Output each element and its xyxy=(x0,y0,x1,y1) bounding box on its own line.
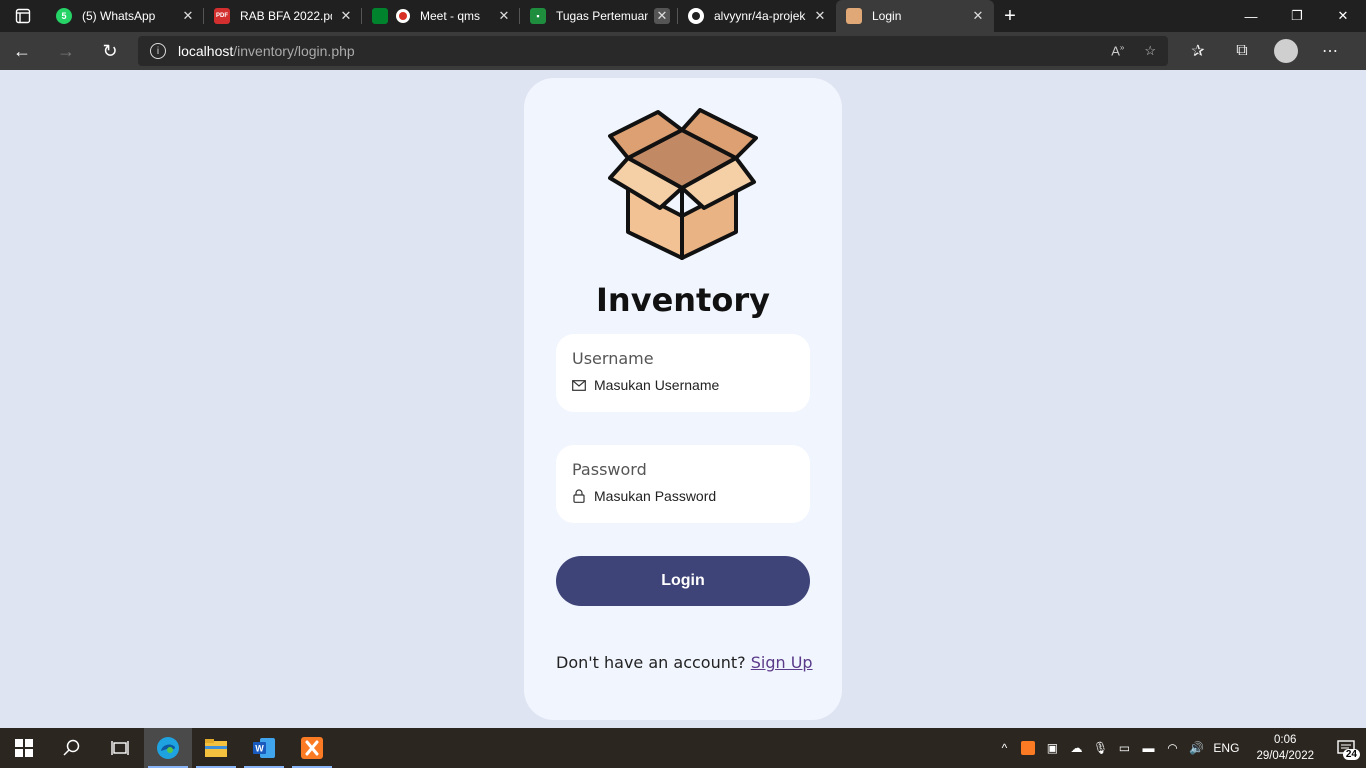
browser-toolbar: ← → ↻ i localhost/inventory/login.php A»… xyxy=(0,32,1366,70)
taskbar-xampp[interactable] xyxy=(288,728,336,768)
password-field: Password xyxy=(556,445,810,523)
display-icon[interactable]: ▭ xyxy=(1112,741,1136,755)
svg-text:W: W xyxy=(255,744,264,754)
pdf-icon: PDF xyxy=(214,8,230,24)
taskbar-edge[interactable] xyxy=(144,728,192,768)
tab-rab-pdf[interactable]: PDF RAB BFA 2022.pdf ✕ xyxy=(204,0,362,32)
clock-time: 0:06 xyxy=(1274,734,1297,746)
task-view-icon xyxy=(111,741,129,755)
close-icon[interactable]: ✕ xyxy=(970,8,986,24)
battery-icon[interactable]: ▬ xyxy=(1136,741,1160,755)
onedrive-icon[interactable]: ☁ xyxy=(1064,741,1088,755)
microphone-icon[interactable]: 🎙 xyxy=(1088,741,1112,755)
add-favorite-icon[interactable]: ☆ xyxy=(1144,43,1156,59)
login-button[interactable]: Login xyxy=(556,556,810,606)
more-icon[interactable]: ⋯ xyxy=(1308,32,1352,70)
xampp-tray-icon[interactable] xyxy=(1016,741,1040,755)
login-card: Inventory Username Password Login Don't … xyxy=(524,78,842,720)
close-icon[interactable]: ✕ xyxy=(812,8,828,24)
favorites-icon[interactable]: ✰ xyxy=(1176,32,1220,70)
classroom-icon: ▪ xyxy=(530,8,546,24)
edge-icon xyxy=(157,737,179,759)
inventory-box-icon xyxy=(608,108,758,260)
close-icon[interactable]: ✕ xyxy=(338,8,354,24)
github-icon xyxy=(688,8,704,24)
page-content: Inventory Username Password Login Don't … xyxy=(0,70,1366,728)
signup-prompt: Don't have an account? Sign Up xyxy=(556,653,813,672)
address-bar[interactable]: i localhost/inventory/login.php A» ☆ xyxy=(138,36,1168,66)
tab-title: Meet - qms xyxy=(420,9,481,23)
collections-icon[interactable]: ⧉ xyxy=(1220,32,1264,70)
meet-icon xyxy=(372,8,388,24)
clock[interactable]: 0:06 29/04/2022 xyxy=(1256,732,1314,764)
app-title: Inventory xyxy=(596,281,770,319)
browser-tab-bar: 5 (5) WhatsApp ✕ PDF RAB BFA 2022.pdf ✕ … xyxy=(0,0,1366,32)
window-controls: — ❐ ✕ xyxy=(1228,0,1366,32)
read-aloud-icon[interactable]: A» xyxy=(1111,43,1124,59)
tab-tugas[interactable]: ▪ Tugas Pertemuan ✕ xyxy=(520,0,678,32)
taskbar-file-explorer[interactable] xyxy=(192,728,240,768)
recording-icon xyxy=(396,9,410,23)
search-button[interactable] xyxy=(48,728,96,768)
tab-meet[interactable]: Meet - qms ✕ xyxy=(362,0,520,32)
tab-title: RAB BFA 2022.pdf xyxy=(240,9,332,23)
wifi-icon[interactable]: ◠ xyxy=(1160,741,1184,755)
tab-github[interactable]: alvyynr/4a-projek ✕ xyxy=(678,0,836,32)
username-field: Username xyxy=(556,334,810,412)
close-icon[interactable]: ✕ xyxy=(496,8,512,24)
new-tab-button[interactable]: + xyxy=(994,0,1026,32)
url-host: localhost xyxy=(178,43,234,59)
tab-title: Tugas Pertemuan xyxy=(556,9,648,23)
tab-title: Login xyxy=(872,9,902,23)
close-icon[interactable]: ✕ xyxy=(180,8,196,24)
box-icon xyxy=(846,8,862,24)
word-icon: W xyxy=(253,738,275,758)
taskbar-word[interactable]: W xyxy=(240,728,288,768)
clock-date: 29/04/2022 xyxy=(1256,750,1314,762)
xampp-icon xyxy=(301,737,323,759)
task-view-button[interactable] xyxy=(96,728,144,768)
url-path: /inventory/login.php xyxy=(233,43,355,59)
profile-avatar[interactable] xyxy=(1274,39,1298,63)
lock-icon xyxy=(572,489,586,503)
windows-icon xyxy=(15,739,33,757)
mail-icon xyxy=(572,378,586,392)
username-input[interactable] xyxy=(594,377,794,393)
close-icon[interactable]: ✕ xyxy=(654,8,670,24)
password-label: Password xyxy=(572,460,647,479)
system-tray: ^ ▣ ☁ 🎙 ▭ ▬ ◠ 🔊 ENG 0:06 29/04/2022 24 xyxy=(992,728,1366,768)
refresh-button[interactable]: ↻ xyxy=(88,32,132,70)
tab-title: (5) WhatsApp xyxy=(82,9,156,23)
username-label: Username xyxy=(572,349,654,368)
minimize-button[interactable]: — xyxy=(1228,0,1274,32)
tab-actions-button[interactable] xyxy=(0,0,46,32)
tab-login[interactable]: Login ✕ xyxy=(836,0,994,32)
restore-button[interactable]: ❐ xyxy=(1274,0,1320,32)
password-input[interactable] xyxy=(594,488,794,504)
search-icon xyxy=(63,739,80,756)
windows-taskbar: W ^ ▣ ☁ 🎙 ▭ ▬ ◠ 🔊 ENG 0:06 29/04/2022 24 xyxy=(0,728,1366,768)
notification-badge: 24 xyxy=(1342,749,1360,760)
forward-button[interactable]: → xyxy=(44,32,88,70)
signup-prompt-text: Don't have an account? xyxy=(556,653,746,672)
meet-tray-icon[interactable]: ▣ xyxy=(1040,741,1064,755)
close-window-button[interactable]: ✕ xyxy=(1320,0,1366,32)
language-indicator[interactable]: ENG xyxy=(1208,741,1244,755)
notification-center-button[interactable]: 24 xyxy=(1326,728,1366,768)
whatsapp-icon: 5 xyxy=(56,8,72,24)
start-button[interactable] xyxy=(0,728,48,768)
back-button[interactable]: ← xyxy=(0,32,44,70)
folder-icon xyxy=(205,739,227,757)
tab-title: alvyynr/4a-projek xyxy=(714,9,806,23)
signup-link[interactable]: Sign Up xyxy=(751,653,813,672)
info-icon[interactable]: i xyxy=(150,43,166,59)
tab-whatsapp[interactable]: 5 (5) WhatsApp ✕ xyxy=(46,0,204,32)
chevron-up-icon[interactable]: ^ xyxy=(992,741,1016,755)
volume-icon[interactable]: 🔊 xyxy=(1184,741,1208,755)
tab-actions-icon xyxy=(15,8,31,24)
